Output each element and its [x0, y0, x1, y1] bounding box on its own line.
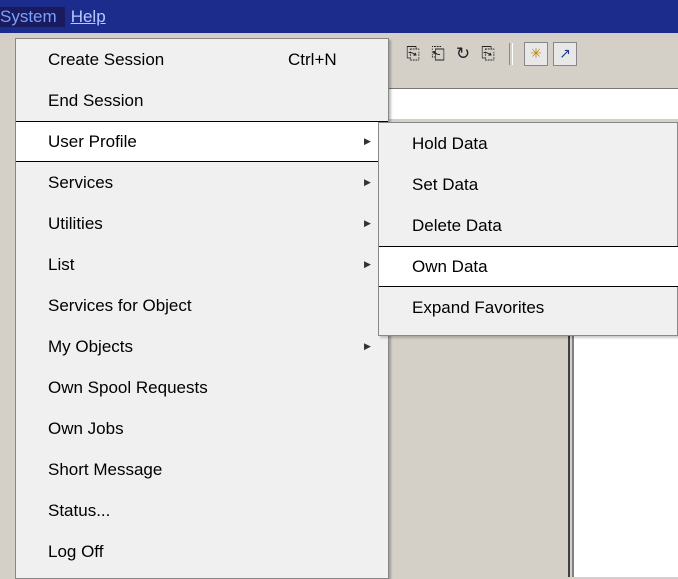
menu-item-label: Expand Favorites: [412, 297, 545, 317]
create-icon[interactable]: ⎘: [478, 44, 498, 64]
layout-icon[interactable]: ✳: [524, 42, 548, 66]
menu-item-label: Short Message: [48, 459, 163, 479]
menu-item-own-spool-requests[interactable]: Own Spool Requests: [16, 367, 388, 408]
open-icon[interactable]: ⎗: [428, 44, 448, 64]
submenu-arrow-icon: ▶: [364, 259, 371, 269]
submenu-item-set-data[interactable]: Set Data: [379, 164, 677, 205]
content-pane: [572, 335, 678, 577]
menu-item-shortcut: Ctrl+N: [288, 49, 337, 69]
user-profile-submenu: Hold Data Set Data Delete Data Own Data …: [378, 122, 678, 336]
submenu-arrow-icon: ▶: [364, 218, 371, 228]
submenu-item-hold-data[interactable]: Hold Data: [379, 123, 677, 164]
menu-item-own-jobs[interactable]: Own Jobs: [16, 408, 388, 449]
menu-item-label: Own Data: [412, 256, 488, 276]
menu-item-label: Delete Data: [412, 215, 502, 235]
menu-item-label: Utilities: [48, 213, 103, 233]
toolbar-separator: [509, 43, 513, 65]
menu-item-label: End Session: [48, 90, 144, 110]
menu-item-label: Log Off: [48, 541, 104, 561]
menu-item-label: Set Data: [412, 174, 479, 194]
menu-item-list[interactable]: List ▶: [16, 244, 388, 285]
menu-system[interactable]: System: [0, 6, 65, 27]
system-menu: Create Session Ctrl+N End Session User P…: [15, 38, 389, 579]
submenu-item-expand-favorites[interactable]: Expand Favorites: [379, 287, 677, 328]
toolbar-icons: ⎘ ⎗ ↻ ⎘ ✳ ↗: [403, 42, 577, 66]
menu-item-create-session[interactable]: Create Session Ctrl+N: [16, 39, 388, 80]
menu-bar: System Help: [0, 0, 678, 33]
menu-item-label: Services: [48, 172, 114, 192]
menu-item-label: User Profile: [48, 131, 137, 151]
submenu-arrow-icon: ▶: [364, 177, 371, 187]
submenu-arrow-icon: ▶: [364, 136, 371, 146]
menu-item-end-session[interactable]: End Session: [16, 80, 388, 121]
menu-item-label: Own Jobs: [48, 418, 124, 438]
menu-item-label: Status...: [48, 500, 111, 520]
shortcut-icon[interactable]: ↗: [553, 42, 577, 66]
menu-item-label: My Objects: [48, 336, 134, 356]
window-left-edge: [0, 34, 14, 577]
menu-item-short-message[interactable]: Short Message: [16, 449, 388, 490]
submenu-item-delete-data[interactable]: Delete Data: [379, 205, 677, 246]
menu-item-services[interactable]: Services ▶: [16, 162, 388, 203]
menu-item-utilities[interactable]: Utilities ▶: [16, 203, 388, 244]
command-field-area: [387, 88, 678, 119]
menu-item-status[interactable]: Status...: [16, 490, 388, 531]
create-session-icon[interactable]: ⎘: [403, 44, 423, 64]
menu-item-label: Hold Data: [412, 133, 488, 153]
submenu-item-own-data[interactable]: Own Data: [379, 246, 678, 287]
navigation-pane: [387, 335, 570, 577]
submenu-arrow-icon: ▶: [364, 341, 371, 351]
menu-item-user-profile[interactable]: User Profile ▶: [16, 121, 388, 162]
menu-item-label: Create Session: [48, 49, 165, 69]
menu-item-services-for-object[interactable]: Services for Object: [16, 285, 388, 326]
menu-item-log-off[interactable]: Log Off: [16, 531, 388, 572]
menu-help-label: Help: [70, 6, 106, 26]
menu-help[interactable]: Help: [65, 7, 114, 27]
menu-item-label: List: [48, 254, 75, 274]
menu-item-label: Own Spool Requests: [48, 377, 208, 397]
refresh-icon[interactable]: ↻: [453, 44, 473, 64]
menu-item-label: Services for Object: [48, 295, 192, 315]
menu-item-my-objects[interactable]: My Objects ▶: [16, 326, 388, 367]
